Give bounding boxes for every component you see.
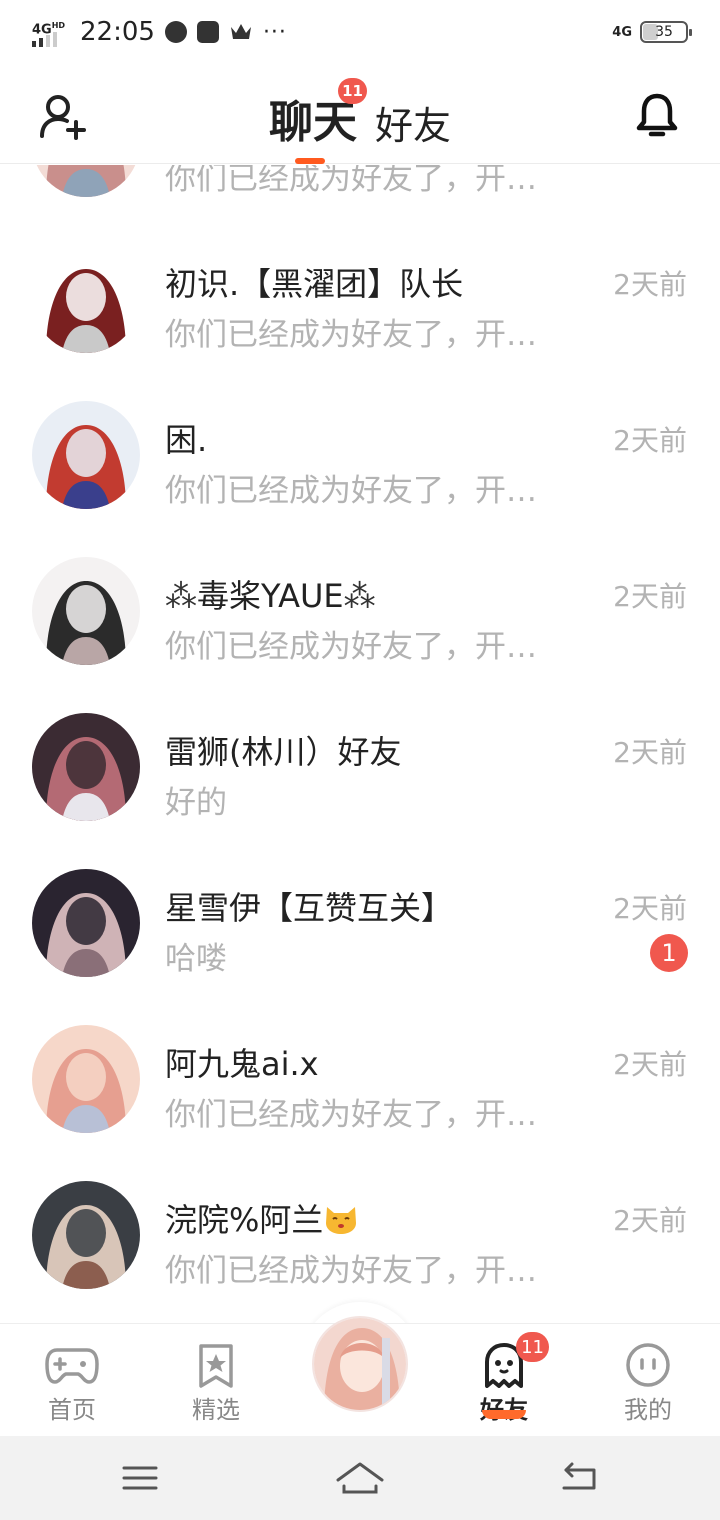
gamepad-icon — [45, 1348, 99, 1384]
clock: 22:05 — [80, 17, 155, 47]
message-time: 2天前 — [613, 892, 687, 925]
contact-name: 困. — [165, 415, 207, 461]
contact-name: 初识.【黑濯团】队长 — [165, 259, 463, 305]
right-network-type: 4G — [612, 24, 632, 40]
nav-profile[interactable]: 我的 — [576, 1324, 720, 1437]
last-message: 好的 — [165, 785, 227, 821]
nav-featured[interactable]: 精选 — [144, 1324, 288, 1437]
last-message: 哈喽 — [165, 941, 227, 977]
avatar[interactable] — [32, 165, 140, 197]
tab-friends[interactable]: 好友 — [375, 95, 451, 150]
conversation-row[interactable]: 浣院%阿兰你们已经成为好友了，开… 2天前 — [0, 1155, 720, 1311]
message-time: 2天前 — [613, 424, 687, 457]
center-avatar-image — [314, 1318, 406, 1410]
nav-featured-label: 精选 — [192, 1396, 240, 1424]
conversation-row[interactable]: 你们已经成为好友了，开… — [0, 165, 720, 219]
contact-name-text: 星雪伊【互赞互关】 — [165, 889, 454, 927]
contact-name: 阿九鬼ai.x — [165, 1039, 319, 1085]
avatar[interactable] — [32, 1181, 140, 1289]
unread-count-badge: 1 — [650, 934, 688, 972]
battery-icon: 35 — [640, 21, 692, 43]
smile-face-icon — [626, 1343, 670, 1387]
friends-nav-badge: 11 — [516, 1332, 549, 1362]
battery-level: 35 — [655, 24, 673, 40]
menu-icon[interactable] — [116, 1458, 164, 1498]
contact-name-text: 雷狮(林川）好友 — [165, 733, 402, 771]
conversation-row[interactable]: 初识.【黑濯团】队长你们已经成为好友了，开… 2天前 — [0, 219, 720, 375]
contact-name-text: 初识.【黑濯团】队长 — [165, 265, 464, 303]
last-message: 你们已经成为好友了，开… — [165, 1097, 537, 1133]
avatar[interactable] — [32, 1025, 140, 1133]
tab-friends-label: 好友 — [374, 104, 451, 148]
conversation-list[interactable]: 你们已经成为好友了，开… 初识.【黑濯团】队长 你们已经成为好友了，开… 2天前 困. 你… — [0, 165, 720, 1323]
center-avatar-button[interactable] — [312, 1316, 408, 1412]
contact-name: 雷狮(林川）好友 — [165, 727, 402, 773]
cat-face-icon — [323, 1203, 359, 1235]
sparkle-decoration-icon: ⁂ — [343, 577, 376, 615]
system-nav-bar — [0, 1436, 720, 1520]
last-message: 你们已经成为好友了，开… — [165, 165, 537, 197]
conversation-row[interactable]: ⁂毒桨YAUE⁂ 你们已经成为好友了，开… 2天前 — [0, 531, 720, 687]
sparkle-decoration-icon: ⁂ — [165, 577, 197, 615]
last-message: 你们已经成为好友了，开… — [165, 1253, 537, 1289]
avatar[interactable] — [32, 869, 140, 977]
star-bookmark-icon — [199, 1344, 233, 1388]
contact-name-text: 困. — [165, 421, 208, 459]
contact-name-text: 阿九鬼ai.x — [165, 1045, 319, 1083]
contact-name-text: 毒桨YAUE — [197, 577, 344, 615]
header-tabs: 聊天 11 好友 — [0, 78, 720, 150]
signal-bars-icon — [32, 32, 57, 47]
nav-home[interactable]: 首页 — [0, 1324, 144, 1437]
contact-name: ⁂毒桨YAUE⁂ — [165, 571, 376, 617]
last-message: 你们已经成为好友了，开… — [165, 473, 537, 509]
conversation-row[interactable]: 困. 你们已经成为好友了，开… 2天前 — [0, 375, 720, 531]
avatar[interactable] — [32, 557, 140, 665]
status-bar: 4GHD 22:05 ··· 4G 35 — [0, 0, 720, 64]
message-time: 2天前 — [613, 580, 687, 613]
nav-friends[interactable]: 11 好友 — [432, 1324, 576, 1437]
message-notification-icon — [196, 21, 219, 43]
contact-name: 浣院%阿兰 — [165, 1195, 359, 1241]
nav-active-indicator — [482, 1410, 526, 1419]
active-tab-indicator — [295, 158, 325, 164]
nav-profile-label: 我的 — [624, 1396, 672, 1424]
back-icon[interactable] — [556, 1458, 604, 1498]
conversation-row[interactable]: 阿九鬼ai.x 你们已经成为好友了，开… 2天前 — [0, 999, 720, 1155]
conversation-row[interactable]: 雷狮(林川）好友 好的 2天前 — [0, 687, 720, 843]
crown-icon — [230, 24, 251, 39]
header: 聊天 11 好友 — [0, 64, 720, 164]
nav-home-label: 首页 — [48, 1396, 96, 1424]
avatar[interactable] — [32, 713, 140, 821]
avatar[interactable] — [32, 245, 140, 353]
conversation-row[interactable]: 星雪伊【互赞互关】 哈喽 2天前 1 — [0, 843, 720, 999]
ghost-icon-wrap: 11 — [477, 1332, 549, 1388]
contact-name: 星雪伊【互赞互关】 — [165, 883, 453, 929]
avatar[interactable] — [32, 401, 140, 509]
home-icon[interactable] — [336, 1458, 384, 1498]
bell-icon[interactable] — [634, 90, 680, 140]
chat-unread-badge: 11 — [338, 78, 367, 104]
status-right: 4G 35 — [612, 21, 692, 43]
status-left: 4GHD 22:05 ··· — [32, 17, 287, 47]
tab-chat[interactable]: 聊天 11 — [268, 78, 367, 150]
nav-friends-label: 好友 — [480, 1390, 528, 1425]
more-notifications: ··· — [262, 19, 287, 45]
tab-chat-label: 聊天 — [268, 97, 357, 148]
message-time: 2天前 — [613, 1204, 687, 1237]
signal-indicator: 4GHD — [32, 17, 66, 47]
contact-name-text: 浣院%阿兰 — [165, 1201, 324, 1239]
browser-notification-icon — [164, 21, 187, 43]
message-time: 2天前 — [613, 1048, 687, 1081]
message-time: 2天前 — [613, 736, 687, 769]
last-message: 你们已经成为好友了，开… — [165, 629, 537, 665]
last-message: 你们已经成为好友了，开… — [165, 317, 537, 353]
message-time: 2天前 — [613, 268, 687, 301]
